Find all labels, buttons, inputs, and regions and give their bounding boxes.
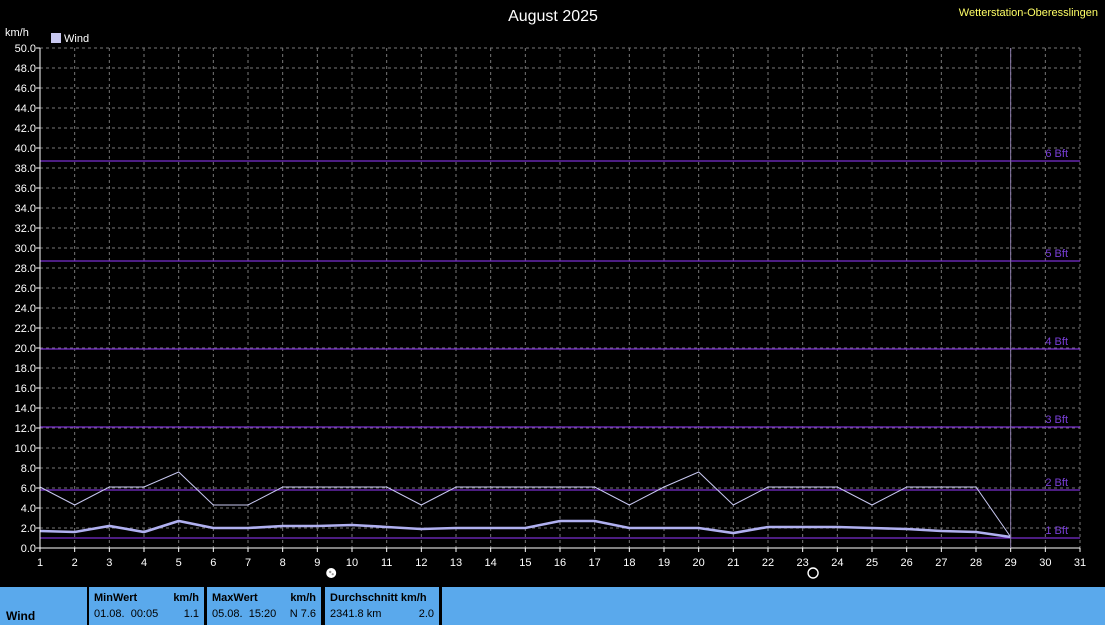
footer-min-value: 1.1	[183, 608, 199, 620]
summary-footer: Wind MinWert km/h 01.08. 00:05 1.1 MaxWe…	[0, 585, 1105, 625]
x-tick-label: 27	[935, 557, 947, 569]
y-tick-label: 28.0	[15, 263, 36, 275]
footer-max-header: MaxWert	[212, 592, 258, 604]
footer-row-label: Wind	[0, 587, 87, 625]
beaufort-label: 3 Bft	[1045, 414, 1068, 426]
x-tick-label: 24	[831, 557, 843, 569]
y-tick-label: 30.0	[15, 243, 36, 255]
x-tick-label: 23	[797, 557, 809, 569]
x-tick-label: 12	[415, 557, 427, 569]
y-tick-label: 50.0	[15, 43, 36, 55]
x-tick-label: 14	[485, 557, 497, 569]
x-tick-label: 11	[381, 557, 392, 569]
y-tick-label: 38.0	[15, 163, 36, 175]
footer-max: MaxWert km/h 05.08. 15:20 N 7.6	[207, 587, 321, 625]
x-tick-label: 13	[450, 557, 462, 569]
footer-avg: Durchschnitt km/h 2341.8 km 2.0	[325, 587, 439, 625]
x-tick-label: 4	[141, 557, 147, 569]
footer-avg-header: Durchschnitt km/h	[330, 592, 427, 604]
x-tick-label: 29	[1005, 557, 1017, 569]
footer-min-header: MinWert	[94, 592, 138, 604]
x-tick-label: 20	[693, 557, 705, 569]
x-tick-label: 8	[280, 557, 286, 569]
y-tick-label: 44.0	[15, 103, 36, 115]
y-tick-label: 42.0	[15, 123, 36, 135]
x-tick-label: 5	[176, 557, 182, 569]
legend-label-wind: Wind	[64, 33, 89, 45]
x-tick-label: 6	[210, 557, 216, 569]
chart-grid	[39, 47, 1081, 549]
y-tick-label: 0.0	[21, 543, 36, 555]
y-tick-label: 46.0	[15, 83, 36, 95]
station-name: Wetterstation-Oberesslingen	[959, 7, 1098, 19]
y-tick-label: 24.0	[15, 303, 36, 315]
beaufort-label: 5 Bft	[1045, 248, 1068, 260]
x-tick-label: 18	[623, 557, 635, 569]
beaufort-label: 4 Bft	[1045, 336, 1068, 348]
full-moon-icon	[329, 570, 332, 574]
x-tick-label: 15	[519, 557, 531, 569]
footer-avg-value: 2.0	[418, 608, 434, 620]
x-tick-label: 7	[245, 557, 251, 569]
y-tick-label: 22.0	[15, 323, 36, 335]
y-tick-label: 34.0	[15, 203, 36, 215]
y-tick-label: 18.0	[15, 363, 36, 375]
y-tick-label: 10.0	[15, 443, 36, 455]
footer-empty	[442, 587, 1105, 625]
wind-chart: 1 Bft 2 Bft 3 Bft 4 Bft 5 Bft 6 Bft 0.0 2.0 4.0…	[5, 7, 1098, 579]
new-moon-icon	[807, 567, 819, 579]
x-tick-label: 2	[72, 557, 78, 569]
beaufort-label: 6 Bft	[1045, 148, 1068, 160]
x-tick-label: 22	[762, 557, 774, 569]
full-moon-icon	[331, 573, 334, 576]
y-tick-label: 6.0	[21, 483, 36, 495]
y-tick-label: 20.0	[15, 343, 36, 355]
chart-title: August 2025	[508, 8, 598, 25]
y-tick-label: 14.0	[15, 403, 36, 415]
x-tick-label: 9	[314, 557, 320, 569]
x-tick-label: 1	[37, 557, 43, 569]
y-tick-label: 26.0	[15, 283, 36, 295]
footer-max-datetime: 05.08. 15:20	[212, 608, 277, 620]
x-tick-label: 17	[589, 557, 601, 569]
beaufort-label: 1 Bft	[1045, 525, 1068, 537]
x-tick-label: 3	[106, 557, 112, 569]
beaufort-label: 2 Bft	[1045, 477, 1068, 489]
y-tick-label: 36.0	[15, 183, 36, 195]
y-tick-label: 12.0	[15, 423, 36, 435]
footer-max-unit: km/h	[290, 592, 316, 604]
footer-min: MinWert km/h 01.08. 00:05 1.1	[89, 587, 204, 625]
footer-min-unit: km/h	[173, 592, 199, 604]
y-tick-label: 48.0	[15, 63, 36, 75]
x-tick-label: 21	[727, 557, 739, 569]
y-tick-label: 8.0	[21, 463, 36, 475]
legend-swatch	[51, 33, 61, 43]
footer-max-value: N 7.6	[289, 608, 316, 620]
y-tick-label: 16.0	[15, 383, 36, 395]
x-tick-label: 31	[1074, 557, 1086, 569]
x-tick-label: 30	[1039, 557, 1051, 569]
x-tick-label: 19	[658, 557, 670, 569]
y-axis-label: km/h	[5, 27, 29, 39]
x-tick-label: 16	[554, 557, 566, 569]
full-moon-icon	[326, 568, 337, 578]
x-tick-label: 26	[901, 557, 913, 569]
footer-avg-distance: 2341.8 km	[330, 608, 382, 620]
y-tick-label: 4.0	[21, 503, 36, 515]
x-tick-label: 25	[866, 557, 878, 569]
y-tick-label: 2.0	[21, 523, 36, 535]
x-tick-label: 28	[970, 557, 982, 569]
footer-min-datetime: 01.08. 00:05	[94, 608, 159, 620]
y-tick-label: 40.0	[15, 143, 36, 155]
chart-axes: 0.0 2.0 4.0 6.0 8.0 10.0 12.0 14.0 16.0 18.0 20.0 2…	[15, 43, 1086, 579]
y-tick-label: 32.0	[15, 223, 36, 235]
footer-wind-label: Wind	[6, 609, 36, 623]
x-tick-label: 10	[346, 557, 358, 569]
